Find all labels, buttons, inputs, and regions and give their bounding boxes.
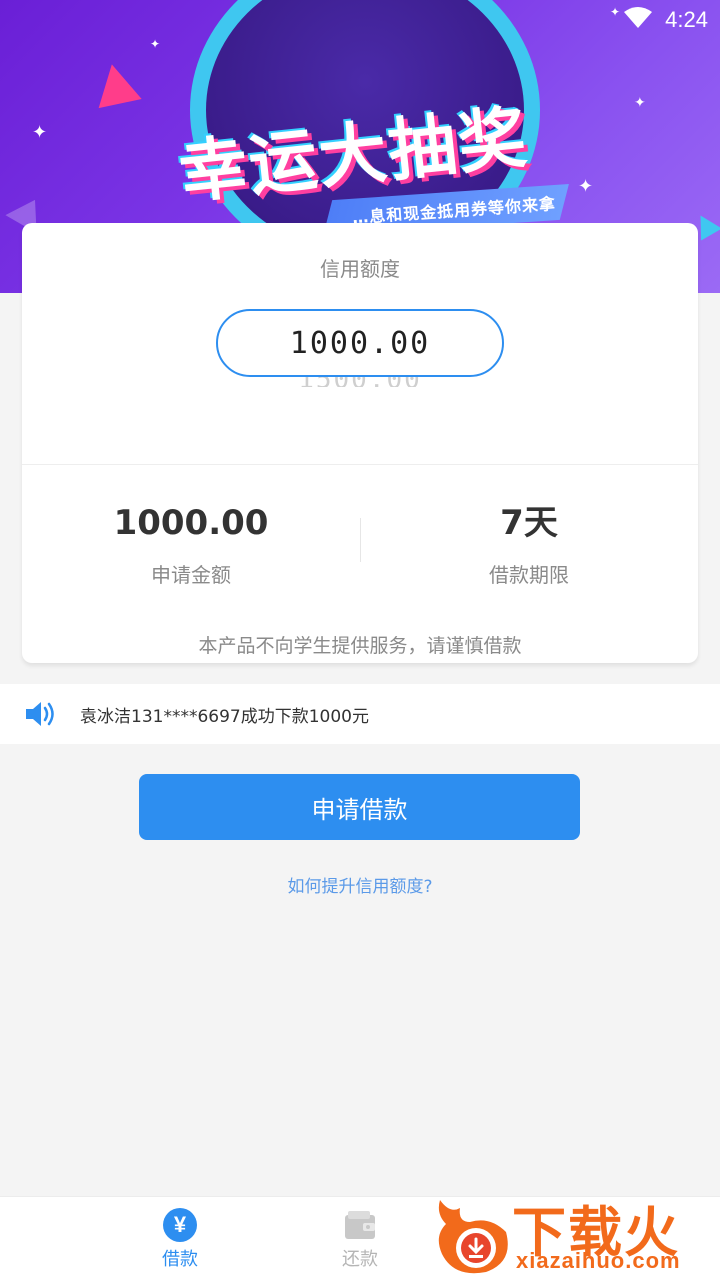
student-notice: 本产品不向学生提供服务，请谨慎借款 bbox=[198, 635, 522, 657]
raise-credit-limit-link[interactable]: 如何提升信用额度? bbox=[0, 872, 720, 897]
credit-card: 信用额度 1500.00 1000.00 1000.00 申请金额 7天 借款期… bbox=[22, 223, 698, 663]
announcement-text: 袁冰洁131****6697成功下款1000元 bbox=[80, 706, 369, 727]
loan-announcement-bar: 袁冰洁131****6697成功下款1000元 bbox=[0, 684, 720, 744]
wifi-icon bbox=[623, 6, 653, 34]
nav-label-repay: 还款 bbox=[342, 1249, 378, 1270]
sparkle-icon: ✦ bbox=[32, 122, 48, 143]
decor-triangle bbox=[90, 59, 142, 109]
sparkle-icon: ✦ bbox=[578, 176, 594, 197]
apply-amount-block: 1000.00 申请金额 bbox=[22, 501, 360, 588]
speaker-icon bbox=[24, 696, 60, 732]
wallet-icon bbox=[342, 1207, 378, 1243]
divider bbox=[22, 464, 698, 465]
loan-term-label: 借款期限 bbox=[489, 563, 569, 587]
status-bar: 4:24 bbox=[623, 6, 708, 34]
nav-label-borrow: 借款 bbox=[162, 1249, 198, 1270]
sparkle-icon: ✦ bbox=[150, 37, 161, 51]
flame-logo-icon bbox=[430, 1192, 514, 1276]
nav-item-repay[interactable]: 还款 bbox=[300, 1207, 420, 1271]
watermark-logo: 下载火 xiazaihuo.com bbox=[426, 1186, 720, 1280]
sparkle-icon: ✦ bbox=[634, 95, 646, 111]
nav-item-borrow[interactable]: ¥ 借款 bbox=[120, 1207, 240, 1271]
status-time: 4:24 bbox=[665, 7, 708, 32]
amount-picker-value: 1000.00 bbox=[289, 325, 431, 361]
sparkle-icon: ✦ bbox=[610, 5, 621, 19]
loan-term-value: 7天 bbox=[500, 503, 558, 543]
loan-term-block: 7天 借款期限 bbox=[360, 501, 698, 588]
yen-icon: ¥ bbox=[162, 1207, 198, 1243]
credit-limit-label: 信用额度 bbox=[320, 257, 400, 281]
apply-amount-value: 1000.00 bbox=[113, 503, 269, 543]
amount-picker[interactable]: 1000.00 bbox=[216, 309, 504, 377]
apply-loan-button[interactable]: 申请借款 bbox=[139, 774, 580, 840]
apply-amount-label: 申请金额 bbox=[151, 563, 231, 587]
watermark-url: xiazaihuo.com bbox=[516, 1248, 681, 1273]
